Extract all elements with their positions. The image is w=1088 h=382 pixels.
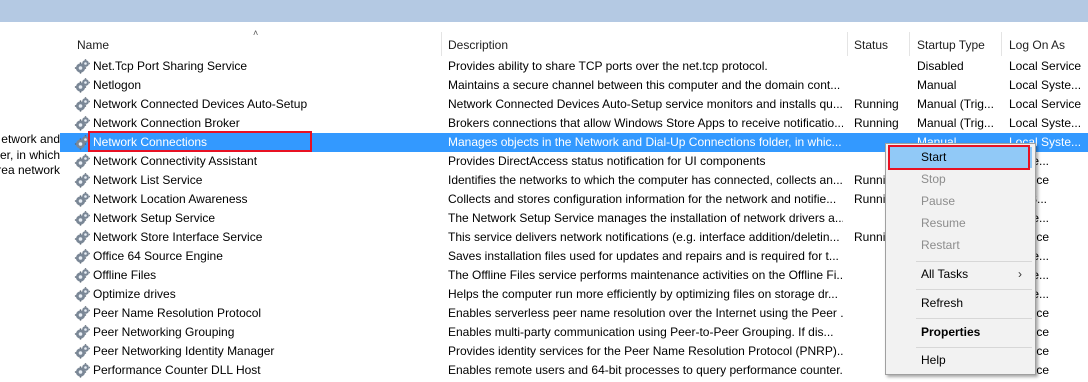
service-log-on-as: Local Syste... xyxy=(1009,116,1082,130)
gear-icon xyxy=(74,211,90,227)
gear-icon xyxy=(74,59,90,75)
service-description: Enables remote users and 64-bit processe… xyxy=(448,363,843,377)
column-header-description[interactable]: Description xyxy=(443,34,848,56)
menu-item-label: All Tasks xyxy=(921,267,969,281)
menu-item-refresh[interactable]: Refresh xyxy=(889,293,1032,314)
gear-icon xyxy=(74,173,90,189)
menu-separator xyxy=(916,347,1032,348)
service-description: The Network Setup Service manages the in… xyxy=(448,211,843,225)
sort-ascending-icon: ˄ xyxy=(253,28,259,38)
service-startup-type: Disabled xyxy=(917,59,964,73)
service-description: Provides DirectAccess status notificatio… xyxy=(448,154,766,168)
menu-item-help[interactable]: Help xyxy=(889,350,1032,371)
service-description-pane: etwork and er, in which rea network xyxy=(0,22,60,382)
gear-icon xyxy=(74,287,90,303)
service-name: Network Store Interface Service xyxy=(93,230,263,244)
gear-icon xyxy=(74,192,90,208)
service-description: Manages objects in the Network and Dial-… xyxy=(448,135,842,149)
service-status: Running xyxy=(854,116,899,130)
service-description: Saves installation files used for update… xyxy=(448,249,839,263)
service-description: Collects and stores configuration inform… xyxy=(448,192,837,206)
column-divider[interactable] xyxy=(909,32,910,56)
gear-icon xyxy=(74,78,90,94)
service-description: Network Connected Devices Auto-Setup ser… xyxy=(448,97,843,111)
service-name: Network Connected Devices Auto-Setup xyxy=(93,97,308,111)
annotation-box-selected-service xyxy=(88,131,312,152)
annotation-box-start xyxy=(888,145,1030,170)
service-description: Provides ability to share TCP ports over… xyxy=(448,59,768,73)
gear-icon xyxy=(74,363,90,379)
service-log-on-as: Local Service xyxy=(1009,97,1082,111)
column-header-log-on-as[interactable]: Log On As xyxy=(1004,34,1088,56)
menu-item-restart[interactable]: Restart xyxy=(889,235,1032,256)
menu-separator xyxy=(916,289,1032,290)
column-divider[interactable] xyxy=(847,32,848,56)
gear-icon xyxy=(74,344,90,360)
gear-icon xyxy=(74,249,90,265)
column-header-startup-type[interactable]: Startup Type xyxy=(912,34,1005,56)
gear-icon xyxy=(74,97,90,113)
column-header-name[interactable]: Name xyxy=(72,34,447,56)
service-startup-type: Manual xyxy=(917,78,957,92)
service-name: Network Connectivity Assistant xyxy=(93,154,258,168)
menu-item-properties[interactable]: Properties xyxy=(889,322,1032,343)
service-name: Peer Networking Grouping xyxy=(93,325,235,339)
service-name: Netlogon xyxy=(93,78,142,92)
description-line: etwork and xyxy=(1,132,60,146)
service-name: Peer Networking Identity Manager xyxy=(93,344,275,358)
service-status: Running xyxy=(854,97,899,111)
window-top-band xyxy=(0,0,1088,22)
gear-icon xyxy=(74,325,90,341)
service-log-on-as: Local Service xyxy=(1009,59,1082,73)
gear-icon xyxy=(74,268,90,284)
service-name: Network List Service xyxy=(93,173,203,187)
menu-separator xyxy=(916,318,1032,319)
service-name: Network Location Awareness xyxy=(93,192,248,206)
service-description: Maintains a secure channel between this … xyxy=(448,78,841,92)
column-divider[interactable] xyxy=(1001,32,1002,56)
service-description: Provides identity services for the Peer … xyxy=(448,344,843,358)
service-row[interactable]: Net.Tcp Port Sharing Service Provides abi… xyxy=(60,57,1088,76)
service-name: Optimize drives xyxy=(93,287,176,301)
service-name: Peer Name Resolution Protocol xyxy=(93,306,262,320)
service-description: Identifies the networks to which the com… xyxy=(448,173,843,187)
service-log-on-as: Local Syste... xyxy=(1009,78,1082,92)
gear-icon xyxy=(74,154,90,170)
description-line: rea network xyxy=(0,163,60,177)
menu-item-resume[interactable]: Resume xyxy=(889,213,1032,234)
service-description: Enables multi-party communication using … xyxy=(448,325,834,339)
column-divider[interactable] xyxy=(441,32,442,56)
gear-icon xyxy=(74,230,90,246)
gear-icon xyxy=(74,306,90,322)
gear-icon xyxy=(74,116,90,132)
chevron-right-icon: › xyxy=(1018,267,1022,281)
service-name: Office 64 Source Engine xyxy=(93,249,223,263)
service-description: Brokers connections that allow Windows S… xyxy=(448,116,843,130)
service-description: The Offline Files service performs maint… xyxy=(448,268,843,282)
service-description: Enables serverless peer name resolution … xyxy=(448,306,843,320)
context-menu: Start Stop Pause Resume Restart All Task… xyxy=(885,143,1036,375)
service-startup-type: Manual (Trig... xyxy=(917,116,994,130)
column-header-status[interactable]: Status xyxy=(849,34,914,56)
service-description: This service delivers network notificati… xyxy=(448,230,840,244)
service-row[interactable]: Network Connected Devices Auto-Setup Netw… xyxy=(60,95,1088,114)
service-name: Network Setup Service xyxy=(93,211,216,225)
service-name: Net.Tcp Port Sharing Service xyxy=(93,59,248,73)
menu-separator xyxy=(916,261,1032,262)
menu-item-all-tasks[interactable]: All Tasks › xyxy=(889,264,1032,285)
service-description: Helps the computer run more efficiently … xyxy=(448,287,838,301)
menu-item-pause[interactable]: Pause xyxy=(889,191,1032,212)
menu-item-stop[interactable]: Stop xyxy=(889,169,1032,190)
service-name: Performance Counter DLL Host xyxy=(93,363,261,377)
service-name: Offline Files xyxy=(93,268,157,282)
service-row[interactable]: Netlogon Maintains a secure channel betwe… xyxy=(60,76,1088,95)
service-startup-type: Manual (Trig... xyxy=(917,97,994,111)
description-line: er, in which xyxy=(0,148,60,162)
